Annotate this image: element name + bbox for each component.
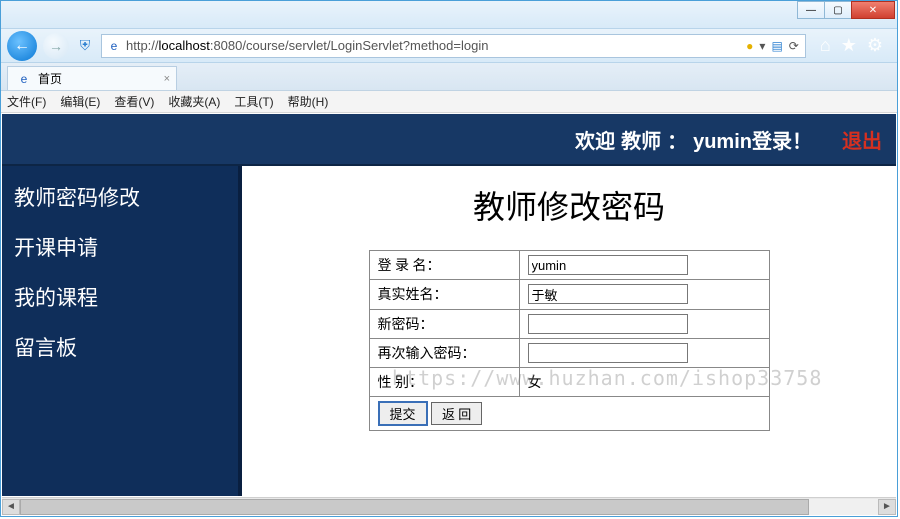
- row-realname: 真实姓名：: [369, 280, 769, 310]
- row-gender: 性 别： 女: [369, 367, 769, 396]
- security-shield-icon[interactable]: ⛨: [75, 36, 95, 56]
- confirm-password-input[interactable]: [528, 343, 688, 363]
- tab-strip: e 首页 ×: [1, 63, 897, 91]
- realname-input[interactable]: [528, 284, 688, 304]
- menu-file[interactable]: 文件(F): [7, 93, 46, 110]
- row-buttons: 提交 返 回: [369, 396, 769, 430]
- url-host: localhost: [159, 38, 210, 53]
- tab-close-icon[interactable]: ×: [164, 73, 170, 85]
- url-path: :8080/course/servlet/LoginServlet?method…: [210, 38, 489, 53]
- logout-link[interactable]: 退出: [842, 125, 882, 154]
- menu-edit[interactable]: 编辑(E): [60, 93, 100, 110]
- row-confirm: 再次输入密码：: [369, 338, 769, 367]
- password-form: 登 录 名： 真实姓名： 新密码： 再次输入密码：: [369, 250, 770, 431]
- menu-help[interactable]: 帮助(H): [288, 93, 329, 110]
- forward-button[interactable]: →: [43, 33, 69, 59]
- address-bar[interactable]: e http://localhost:8080/course/servlet/L…: [101, 34, 806, 58]
- sidebar-item-my-courses[interactable]: 我的课程: [2, 272, 238, 322]
- settings-gear-icon[interactable]: ⚙: [867, 35, 883, 56]
- login-name-input[interactable]: [528, 255, 688, 275]
- back-button[interactable]: ←: [7, 31, 37, 61]
- row-login: 登 录 名：: [369, 251, 769, 280]
- tab-favicon: e: [16, 71, 32, 87]
- back-button-form[interactable]: 返 回: [431, 402, 482, 425]
- gender-label: 性 别：: [369, 367, 519, 396]
- scroll-thumb[interactable]: [20, 499, 809, 515]
- gender-value: 女: [519, 367, 769, 396]
- new-password-label: 新密码：: [369, 309, 519, 338]
- menu-bar: 文件(F) 编辑(E) 查看(V) 收藏夹(A) 工具(T) 帮助(H): [1, 91, 897, 113]
- horizontal-scrollbar[interactable]: ◄ ►: [2, 497, 896, 515]
- sidebar-item-message-board[interactable]: 留言板: [2, 322, 238, 372]
- menu-favorites[interactable]: 收藏夹(A): [168, 93, 220, 110]
- address-dropdown-icon[interactable]: ▾: [759, 39, 765, 53]
- browser-tab[interactable]: e 首页 ×: [7, 66, 177, 90]
- app-body: 教师密码修改 开课申请 我的课程 留言板 教师修改密码 登 录 名： 真实姓名：: [2, 166, 896, 496]
- warning-icon[interactable]: ●: [746, 39, 753, 53]
- url-scheme: http://: [126, 38, 159, 53]
- app-root: 欢迎 教师 ： yumin登录！ 退出 教师密码修改 开课申请 我的课程 留言板…: [2, 114, 896, 496]
- menu-tools[interactable]: 工具(T): [234, 93, 273, 110]
- close-window-button[interactable]: ✕: [851, 1, 895, 19]
- colon-label: ：: [667, 125, 687, 154]
- window-titlebar: — ▢ ✕: [1, 1, 897, 29]
- login-name-label: 登 录 名：: [369, 251, 519, 280]
- ie-page-icon: e: [106, 38, 122, 54]
- realname-label: 真实姓名：: [369, 280, 519, 310]
- minimize-button[interactable]: —: [797, 1, 825, 19]
- page-viewport: 欢迎 教师 ： yumin登录！ 退出 教师密码修改 开课申请 我的课程 留言板…: [2, 114, 896, 496]
- maximize-button[interactable]: ▢: [824, 1, 852, 19]
- confirm-password-label: 再次输入密码：: [369, 338, 519, 367]
- main-content: 教师修改密码 登 录 名： 真实姓名： 新密码：: [242, 166, 896, 496]
- menu-view[interactable]: 查看(V): [114, 93, 154, 110]
- app-header: 欢迎 教师 ： yumin登录！ 退出: [2, 114, 896, 166]
- browser-window: — ▢ ✕ ← → ⛨ e http://localhost:8080/cour…: [0, 0, 898, 517]
- sidebar-item-open-course[interactable]: 开课申请: [2, 222, 238, 272]
- nav-toolbar: ← → ⛨ e http://localhost:8080/course/ser…: [1, 29, 897, 63]
- user-login-msg: yumin登录！: [693, 125, 812, 154]
- favorites-star-icon[interactable]: ★: [841, 35, 857, 56]
- scroll-track[interactable]: [20, 499, 878, 515]
- tab-title: 首页: [38, 70, 62, 87]
- new-password-input[interactable]: [528, 314, 688, 334]
- window-buttons: — ▢ ✕: [797, 1, 895, 19]
- submit-button[interactable]: 提交: [378, 401, 428, 426]
- row-newpwd: 新密码：: [369, 309, 769, 338]
- home-icon[interactable]: ⌂: [820, 35, 831, 56]
- sidebar-item-change-password[interactable]: 教师密码修改: [2, 172, 238, 222]
- url-text: http://localhost:8080/course/servlet/Log…: [126, 38, 742, 53]
- compat-view-icon[interactable]: ▤: [771, 39, 782, 53]
- scroll-left-arrow[interactable]: ◄: [2, 499, 20, 515]
- welcome-label: 欢迎: [575, 125, 615, 154]
- role-label: 教师: [621, 125, 661, 154]
- scroll-right-arrow[interactable]: ►: [878, 499, 896, 515]
- page-title: 教师修改密码: [262, 182, 876, 228]
- browser-tool-icons: ⌂ ★ ⚙: [812, 35, 891, 56]
- address-right-icons: ● ▾ ▤ ⟳: [746, 39, 801, 53]
- refresh-icon[interactable]: ⟳: [789, 39, 799, 53]
- sidebar: 教师密码修改 开课申请 我的课程 留言板: [2, 166, 242, 496]
